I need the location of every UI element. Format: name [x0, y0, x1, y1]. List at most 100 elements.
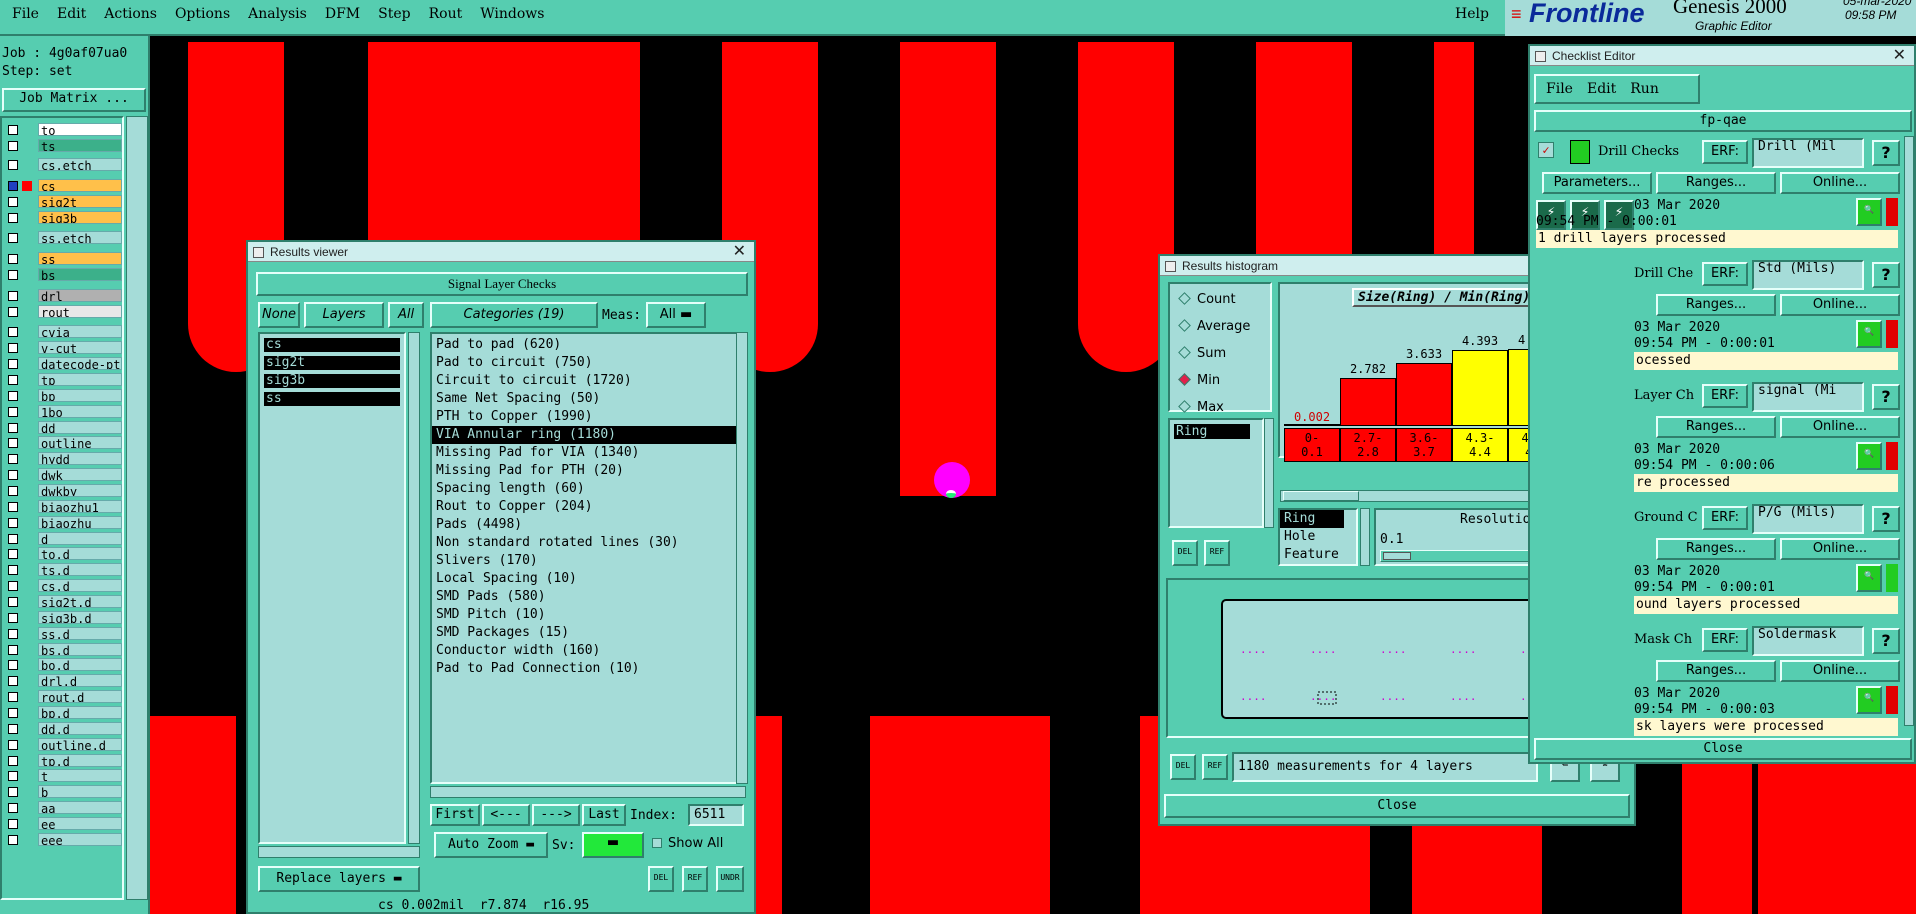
category-item[interactable]: Spacing length (60) [432, 480, 744, 498]
stat-radio-count[interactable]: Count [1178, 292, 1236, 307]
menu-step[interactable]: Step [378, 6, 410, 22]
close-icon[interactable]: ✕ [733, 242, 746, 262]
layer-checkbox[interactable] [8, 306, 18, 317]
help-button[interactable]: ? [1872, 628, 1900, 654]
layer-checkbox[interactable] [8, 755, 18, 766]
layer-row[interactable]: d [2, 531, 122, 547]
layer-checkbox[interactable] [8, 160, 18, 171]
menu-file[interactable]: File [12, 6, 39, 22]
layer-list-item[interactable]: cs [264, 338, 400, 352]
first-button[interactable]: First [430, 804, 480, 826]
layer-checkbox[interactable] [8, 803, 18, 814]
layer-checkbox[interactable] [8, 581, 18, 592]
del-icon[interactable]: DEL [648, 866, 674, 892]
category-item[interactable]: Circuit to circuit (1720) [432, 372, 744, 390]
action-name[interactable]: Ground C [1634, 510, 1698, 525]
category-list[interactable]: Pad to pad (620) Pad to circuit (750) Circ… [430, 332, 746, 784]
layer-checkbox[interactable] [8, 124, 18, 135]
histogram-close-button[interactable]: Close [1164, 794, 1630, 818]
layer-checkbox[interactable] [8, 597, 18, 608]
layer-list-item[interactable]: sig2t [264, 356, 400, 370]
axis-option[interactable]: Ring [1280, 510, 1344, 528]
field-list-vscroll[interactable] [1264, 418, 1274, 528]
layer-checkbox[interactable] [8, 565, 18, 576]
del-icon[interactable]: DEL [1170, 754, 1196, 780]
layer-checkbox[interactable] [8, 254, 18, 265]
erf-value[interactable]: P/G (Mils) [1752, 504, 1864, 534]
layer-row[interactable]: dwk [2, 468, 122, 483]
layer-checkbox[interactable] [8, 327, 18, 338]
layer-row[interactable]: aa [2, 801, 122, 816]
layer-row[interactable]: t [2, 769, 122, 784]
stat-radio-average[interactable]: Average [1178, 319, 1250, 334]
undr-icon[interactable]: UNDR [716, 866, 744, 892]
layer-checkbox[interactable] [8, 533, 18, 544]
layer-checkbox[interactable] [8, 739, 18, 750]
checklist-menu-edit[interactable]: Edit [1587, 81, 1616, 97]
category-item[interactable]: Pad to circuit (750) [432, 354, 744, 372]
category-item[interactable]: Local Spacing (10) [432, 570, 744, 588]
histogram-bar[interactable] [1396, 362, 1452, 426]
ref-icon[interactable]: REF [1202, 754, 1228, 780]
none-button[interactable]: None [258, 302, 300, 328]
layer-row[interactable]: sig2t [2, 194, 122, 210]
layer-row[interactable]: ts.d [2, 563, 122, 578]
meas-dropdown[interactable]: All ▬ [646, 302, 706, 328]
layer-checkbox[interactable] [8, 486, 18, 496]
layer-row[interactable]: bs [2, 268, 122, 283]
layer-row[interactable]: ss.etch [2, 231, 122, 246]
erf-value[interactable]: signal (Mi [1752, 382, 1864, 412]
layer-checkbox[interactable] [8, 676, 18, 687]
layer-row[interactable]: outline.d [2, 737, 122, 753]
del-icon[interactable]: DEL [1172, 540, 1198, 566]
layer-row[interactable]: v-cut [2, 341, 122, 356]
stat-radio-max[interactable]: Max [1178, 400, 1224, 415]
layer-checkbox[interactable] [8, 359, 18, 370]
last-button[interactable]: Last [582, 804, 626, 826]
zoom-icon[interactable]: 🔍 [1856, 564, 1882, 592]
zoom-icon[interactable]: 🔍 [1856, 686, 1882, 714]
layer-checkbox[interactable] [8, 787, 18, 798]
help-button[interactable]: ? [1872, 506, 1900, 532]
category-item[interactable]: VIA Annular ring (1180) [432, 426, 744, 444]
field-list-item[interactable]: Ring [1174, 424, 1250, 439]
layer-row[interactable]: dd.d [2, 721, 122, 737]
zoom-icon[interactable]: 🔍 [1856, 442, 1882, 470]
layer-row[interactable]: bs.d [2, 642, 122, 658]
layer-row[interactable]: to [2, 122, 122, 138]
action-name[interactable]: Layer Ch [1634, 388, 1694, 403]
layer-row[interactable]: ts [2, 138, 122, 154]
categories-button[interactable]: Categories (19) [430, 302, 598, 328]
online-button[interactable]: Online... [1780, 416, 1900, 438]
ranges-button[interactable]: Ranges... [1656, 416, 1776, 438]
help-button[interactable]: ? [1872, 140, 1900, 166]
show-all-checkbox[interactable] [652, 838, 662, 848]
layer-checkbox[interactable] [8, 438, 18, 449]
layer-row[interactable]: to.d [2, 547, 122, 562]
layer-row[interactable]: dd [2, 420, 122, 436]
menu-windows[interactable]: Windows [480, 6, 544, 22]
layer-checkbox[interactable] [8, 819, 18, 830]
layer-row[interactable]: bp [2, 388, 122, 404]
layer-row[interactable]: sig2t.d [2, 595, 122, 610]
checklist-menu-run[interactable]: Run [1630, 81, 1659, 97]
layer-checkbox[interactable] [8, 771, 18, 782]
checklist-vscroll[interactable] [1904, 136, 1914, 726]
layer-checkbox[interactable] [8, 140, 18, 151]
layer-checkbox[interactable] [8, 628, 18, 639]
layer-checkbox[interactable] [8, 501, 18, 512]
layer-checkbox[interactable] [8, 612, 18, 623]
layer-checkbox[interactable] [8, 549, 18, 560]
category-item[interactable]: Non standard rotated lines (30) [432, 534, 744, 552]
histogram-bar[interactable] [1284, 424, 1340, 426]
histogram-bar[interactable] [1340, 377, 1396, 426]
close-icon[interactable]: ✕ [1893, 46, 1906, 66]
layer-row[interactable]: drl.d [2, 674, 122, 689]
layer-checkbox[interactable] [8, 470, 18, 481]
job-matrix-button[interactable]: Job Matrix ... [2, 88, 146, 112]
layer-checkbox[interactable] [8, 390, 18, 401]
layer-row[interactable]: outline [2, 436, 122, 451]
histogram-bar[interactable] [1452, 349, 1508, 426]
all-button[interactable]: All [388, 302, 424, 328]
erf-value[interactable]: Std (Mils) [1752, 260, 1864, 290]
